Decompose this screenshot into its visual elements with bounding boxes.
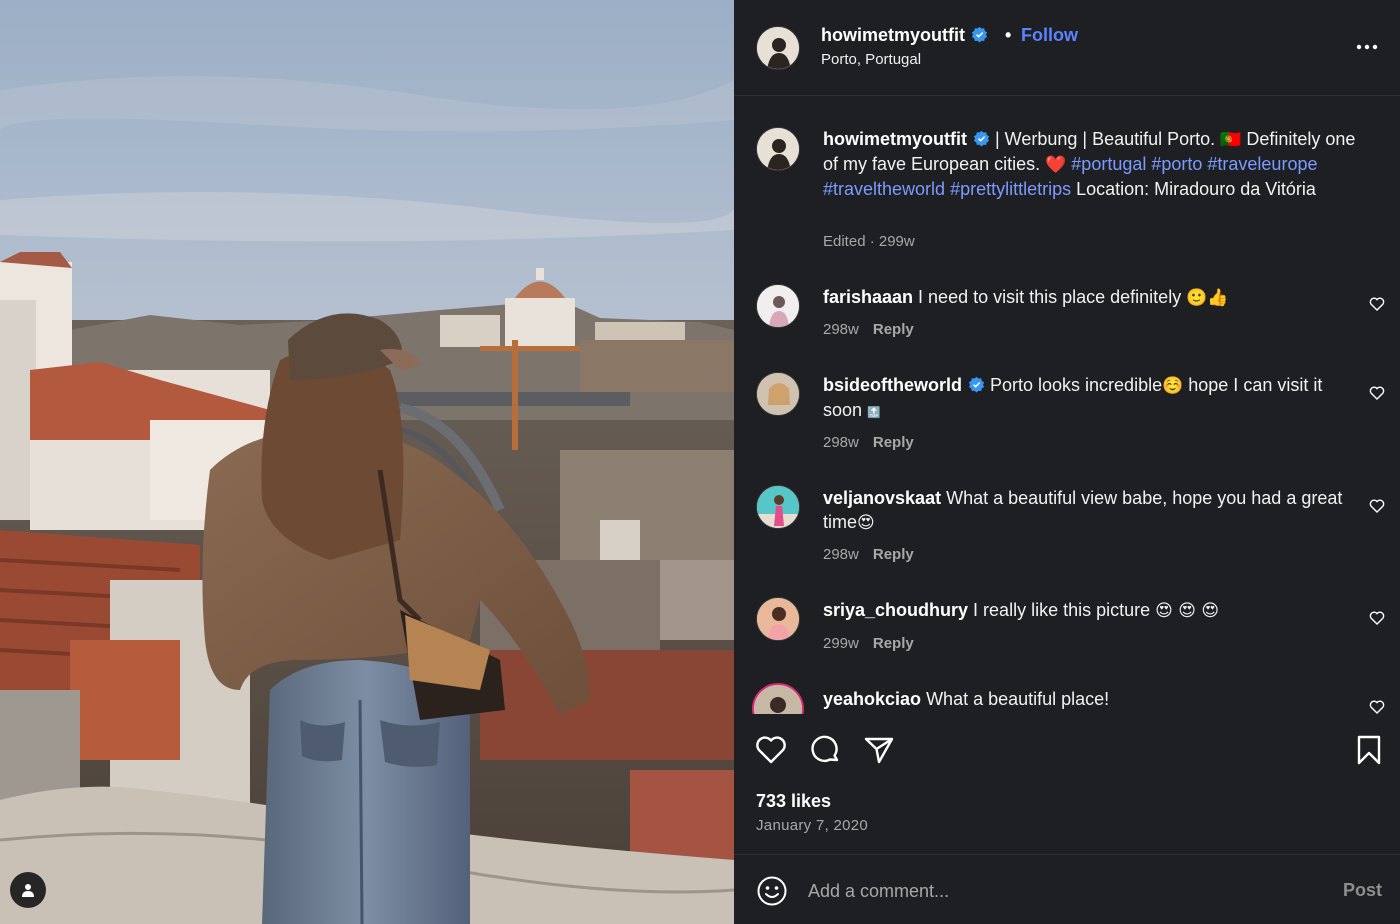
commenter-username[interactable]: farishaaan bbox=[823, 287, 913, 307]
caption-text: howimetmyoutfit | Werbung | Beautiful Po… bbox=[823, 127, 1363, 201]
commenter-avatar[interactable] bbox=[756, 597, 800, 641]
comment-age: 298w bbox=[823, 546, 859, 563]
commenter-avatar[interactable] bbox=[756, 485, 800, 529]
reply-button[interactable]: Reply bbox=[873, 321, 914, 338]
instagram-post-view: howimetmyoutfit • Follow Porto, Portugal… bbox=[0, 0, 1400, 924]
comment-text: yeahokciao What a beautiful place! bbox=[823, 687, 1363, 711]
user-icon bbox=[22, 884, 34, 897]
like-comment-heart-icon[interactable] bbox=[1369, 699, 1385, 714]
post-photo[interactable] bbox=[0, 0, 734, 924]
comment-body: What a beautiful place! bbox=[921, 689, 1110, 709]
comment-text: bsideoftheworld Porto looks incredible☺️… bbox=[823, 373, 1363, 425]
commenter-avatar[interactable] bbox=[756, 284, 800, 328]
post-header: howimetmyoutfit • Follow Porto, Portugal bbox=[734, 0, 1400, 96]
comment-composer: Post bbox=[734, 854, 1400, 924]
commenter-avatar-story-ring[interactable] bbox=[752, 683, 804, 714]
caption-author-avatar[interactable] bbox=[756, 127, 800, 171]
avatar-image bbox=[757, 128, 799, 170]
follow-button[interactable]: Follow bbox=[1021, 25, 1078, 46]
emoji-smiley-icon[interactable] bbox=[756, 875, 788, 907]
avatar-image bbox=[757, 285, 799, 327]
likes-count[interactable]: 733 likes bbox=[756, 791, 831, 812]
caption-username[interactable]: howimetmyoutfit bbox=[823, 129, 967, 149]
avatar-image bbox=[757, 598, 799, 640]
comment-emoji: 🙂👍 bbox=[1186, 288, 1229, 308]
more-options-icon[interactable] bbox=[1354, 34, 1380, 60]
comment-meta: 298w Reply bbox=[823, 546, 914, 563]
comment-meta: 298w Reply bbox=[823, 321, 914, 338]
caption-body-1: | Werbung | Beautiful Porto. bbox=[990, 129, 1221, 149]
caption-meta: Edited · 299w bbox=[823, 233, 915, 250]
avatar-image bbox=[757, 27, 799, 69]
commenter-avatar[interactable] bbox=[756, 372, 800, 416]
comment-body: I really like this picture bbox=[968, 600, 1156, 620]
comment-body: I need to visit this place definitely bbox=[913, 287, 1187, 307]
like-comment-heart-icon[interactable] bbox=[1369, 385, 1385, 401]
post-date: January 7, 2020 bbox=[756, 817, 869, 834]
comment-input[interactable] bbox=[808, 875, 1308, 907]
verified-badge-icon bbox=[971, 26, 988, 43]
avatar-image bbox=[757, 486, 799, 528]
post-details-panel: howimetmyoutfit • Follow Porto, Portugal… bbox=[734, 0, 1400, 924]
like-comment-heart-icon[interactable] bbox=[1369, 498, 1385, 514]
reply-button[interactable]: Reply bbox=[873, 635, 914, 652]
comments-list[interactable]: howimetmyoutfit | Werbung | Beautiful Po… bbox=[734, 97, 1400, 714]
verified-badge-icon bbox=[968, 376, 985, 393]
comment-body: Porto looks incredible bbox=[985, 375, 1163, 395]
commenter-username[interactable]: bsideoftheworld bbox=[823, 375, 962, 395]
verified-badge-icon bbox=[973, 130, 990, 147]
comment-text: veljanovskaat What a beautiful view babe… bbox=[823, 486, 1363, 535]
comment-text: sriya_choudhury I really like this pictu… bbox=[823, 598, 1363, 623]
bookmark-icon[interactable] bbox=[1352, 733, 1386, 767]
caption-body-3: Location: Miradouro da Vitória bbox=[1071, 179, 1316, 199]
commenter-username[interactable]: veljanovskaat bbox=[823, 488, 941, 508]
portugal-flag-emoji: 🇵🇹 bbox=[1220, 130, 1242, 150]
comment-age: 298w bbox=[823, 321, 859, 338]
comment-emoji: 😍 bbox=[857, 513, 875, 533]
comment-meta: 299w Reply bbox=[823, 635, 914, 652]
reply-button[interactable]: Reply bbox=[873, 546, 914, 563]
comment-emoji: ☺️ bbox=[1162, 376, 1184, 396]
post-comment-button[interactable]: Post bbox=[1343, 880, 1382, 901]
avatar-image bbox=[754, 685, 802, 714]
post-location[interactable]: Porto, Portugal bbox=[821, 51, 921, 68]
tagged-users-button[interactable] bbox=[10, 872, 46, 908]
red-heart-emoji: ❤️ bbox=[1045, 155, 1067, 175]
like-comment-heart-icon[interactable] bbox=[1369, 610, 1385, 626]
post-actions: 733 likes January 7, 2020 bbox=[734, 714, 1400, 854]
author-username-row: howimetmyoutfit bbox=[821, 25, 988, 46]
comment-meta: 298w Reply bbox=[823, 434, 914, 451]
author-avatar[interactable] bbox=[756, 26, 800, 70]
like-comment-heart-icon[interactable] bbox=[1369, 296, 1385, 312]
photo-porto-viewpoint bbox=[0, 0, 734, 924]
reply-button[interactable]: Reply bbox=[873, 434, 914, 451]
comment-age: 299w bbox=[823, 635, 859, 652]
paper-plane-icon[interactable] bbox=[862, 733, 896, 767]
avatar-image bbox=[757, 373, 799, 415]
comment-bubble-icon[interactable] bbox=[808, 733, 842, 767]
comment-text: farishaaan I need to visit this place de… bbox=[823, 285, 1363, 310]
heart-icon[interactable] bbox=[754, 733, 788, 767]
author-username[interactable]: howimetmyoutfit bbox=[821, 25, 965, 45]
comment-emoji: 😍 😍 😍 bbox=[1155, 601, 1220, 621]
top-emoji: 🔝 bbox=[867, 406, 881, 419]
comment-age: 298w bbox=[823, 434, 859, 451]
commenter-username[interactable]: sriya_choudhury bbox=[823, 600, 968, 620]
commenter-username[interactable]: yeahokciao bbox=[823, 689, 921, 709]
header-separator: • bbox=[1005, 25, 1012, 45]
